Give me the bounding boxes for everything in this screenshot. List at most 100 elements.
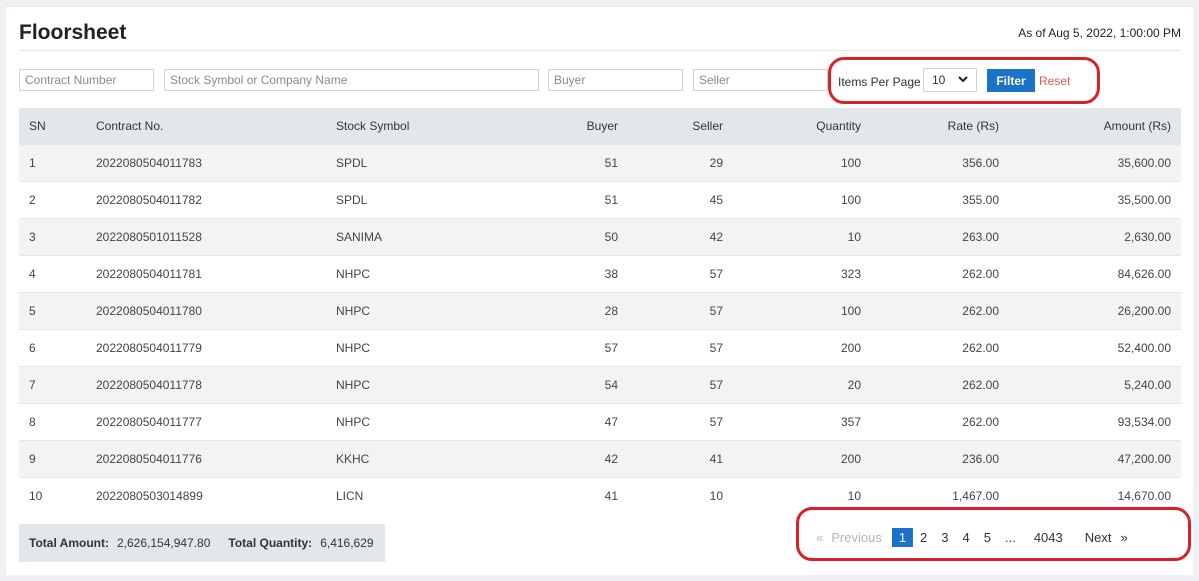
table-cell: 10	[733, 218, 871, 256]
table-cell: 2022080504011782	[86, 181, 326, 219]
table-cell: 4	[19, 255, 86, 293]
table-cell: 35,500.00	[1009, 181, 1181, 219]
table-cell: 2	[19, 181, 86, 219]
table-cell: 2,630.00	[1009, 218, 1181, 256]
table-row: 1 2022080504011783 SPDL 51 29 100 356.00 35,600…	[19, 144, 1181, 182]
table-cell: 9	[19, 440, 86, 478]
table-cell: 51	[496, 144, 628, 182]
table-cell: 262.00	[871, 329, 1009, 367]
total-quantity-label: Total Quantity:	[228, 536, 313, 550]
table-cell: 57	[628, 366, 733, 404]
table-cell: NHPC	[326, 329, 496, 367]
table-cell: SPDL	[326, 144, 496, 182]
stock-symbol-input[interactable]	[164, 69, 539, 91]
table-cell: 51	[496, 181, 628, 219]
table-cell: 41	[496, 477, 628, 514]
col-quantity: Quantity	[733, 108, 871, 145]
table-cell: 10	[628, 477, 733, 514]
table-cell: 2022080504011776	[86, 440, 326, 478]
table-cell: 262.00	[871, 255, 1009, 293]
table-cell: 50	[496, 218, 628, 256]
table-row: 4 2022080504011781 NHPC 38 57 323 262.00 84,626…	[19, 255, 1181, 293]
table-cell: 57	[496, 329, 628, 367]
table-cell: 28	[496, 292, 628, 330]
table-cell: LICN	[326, 477, 496, 514]
table-row: 8 2022080504011777 NHPC 47 57 357 262.00 93,534…	[19, 403, 1181, 441]
buyer-input[interactable]	[548, 69, 683, 91]
table-cell: 5,240.00	[1009, 366, 1181, 404]
seller-input[interactable]	[693, 69, 828, 91]
table-cell: 7	[19, 366, 86, 404]
table-cell: 263.00	[871, 218, 1009, 256]
table-cell: 57	[628, 329, 733, 367]
table-cell: 47,200.00	[1009, 440, 1181, 478]
table-cell: 200	[733, 329, 871, 367]
col-sn: SN	[19, 108, 86, 145]
table-cell: NHPC	[326, 292, 496, 330]
table-cell: 26,200.00	[1009, 292, 1181, 330]
table-cell: 100	[733, 181, 871, 219]
table-row: 2 2022080504011782 SPDL 51 45 100 355.00 35,500…	[19, 181, 1181, 219]
table-cell: NHPC	[326, 255, 496, 293]
table-cell: NHPC	[326, 366, 496, 404]
table-cell: 262.00	[871, 292, 1009, 330]
table-cell: 2022080504011783	[86, 144, 326, 182]
page-title: Floorsheet	[19, 21, 127, 44]
table-cell: 1	[19, 144, 86, 182]
table-cell: 41	[628, 440, 733, 478]
table-cell: 42	[628, 218, 733, 256]
table-cell: 262.00	[871, 366, 1009, 404]
table-row: 5 2022080504011780 NHPC 28 57 100 262.00 26,200…	[19, 292, 1181, 330]
col-stock-symbol: Stock Symbol	[326, 108, 496, 145]
table-cell: NHPC	[326, 403, 496, 441]
table-cell: 262.00	[871, 403, 1009, 441]
table-cell: 2022080503014899	[86, 477, 326, 514]
total-amount-value: 2,626,154,947.80	[116, 536, 211, 550]
table-cell: 2022080501011528	[86, 218, 326, 256]
contract-number-input[interactable]	[19, 69, 154, 91]
table-cell: 2022080504011779	[86, 329, 326, 367]
table-cell: 2022080504011777	[86, 403, 326, 441]
table-cell: 323	[733, 255, 871, 293]
table-cell: 100	[733, 144, 871, 182]
table-cell: 52,400.00	[1009, 329, 1181, 367]
table-row: 9 2022080504011776 KKHC 42 41 200 236.00 47,200…	[19, 440, 1181, 478]
table-cell: 54	[496, 366, 628, 404]
total-quantity-value: 6,416,629	[320, 536, 374, 550]
col-seller: Seller	[628, 108, 733, 145]
table-cell: 35,600.00	[1009, 144, 1181, 182]
floorsheet-table: SN Contract No. Stock Symbol Buyer Selle…	[19, 108, 1181, 514]
total-amount-label: Total Amount:	[29, 536, 109, 550]
floorsheet-card: Floorsheet As of Aug 5, 2022, 1:00:00 PM…	[6, 7, 1193, 575]
table-cell: 84,626.00	[1009, 255, 1181, 293]
table-cell: 57	[628, 403, 733, 441]
table-header-row: SN Contract No. Stock Symbol Buyer Selle…	[19, 108, 1181, 145]
table-cell: SPDL	[326, 181, 496, 219]
as-of-timestamp: As of Aug 5, 2022, 1:00:00 PM	[1018, 26, 1181, 40]
table-cell: 57	[628, 292, 733, 330]
table-cell: SANIMA	[326, 218, 496, 256]
table-cell: 10	[19, 477, 86, 514]
table-cell: 38	[496, 255, 628, 293]
table-cell: 357	[733, 403, 871, 441]
divider	[19, 50, 1181, 51]
table-cell: 100	[733, 292, 871, 330]
table-cell: 42	[496, 440, 628, 478]
table-cell: 45	[628, 181, 733, 219]
table-cell: KKHC	[326, 440, 496, 478]
table-cell: 57	[628, 255, 733, 293]
table-cell: 93,534.00	[1009, 403, 1181, 441]
table-cell: 29	[628, 144, 733, 182]
table-cell: 2022080504011778	[86, 366, 326, 404]
highlight-circle-pagination	[796, 507, 1191, 561]
col-amount: Amount (Rs)	[1009, 108, 1181, 145]
col-buyer: Buyer	[496, 108, 628, 145]
table-cell: 8	[19, 403, 86, 441]
table-row: 3 2022080501011528 SANIMA 50 42 10 263.00 2,630…	[19, 218, 1181, 256]
table-row: 6 2022080504011779 NHPC 57 57 200 262.00 52,400…	[19, 329, 1181, 367]
table-cell: 6	[19, 329, 86, 367]
table-row: 7 2022080504011778 NHPC 54 57 20 262.00 5,240.0…	[19, 366, 1181, 404]
table-cell: 2022080504011781	[86, 255, 326, 293]
table-cell: 356.00	[871, 144, 1009, 182]
highlight-circle-filters	[828, 57, 1100, 104]
